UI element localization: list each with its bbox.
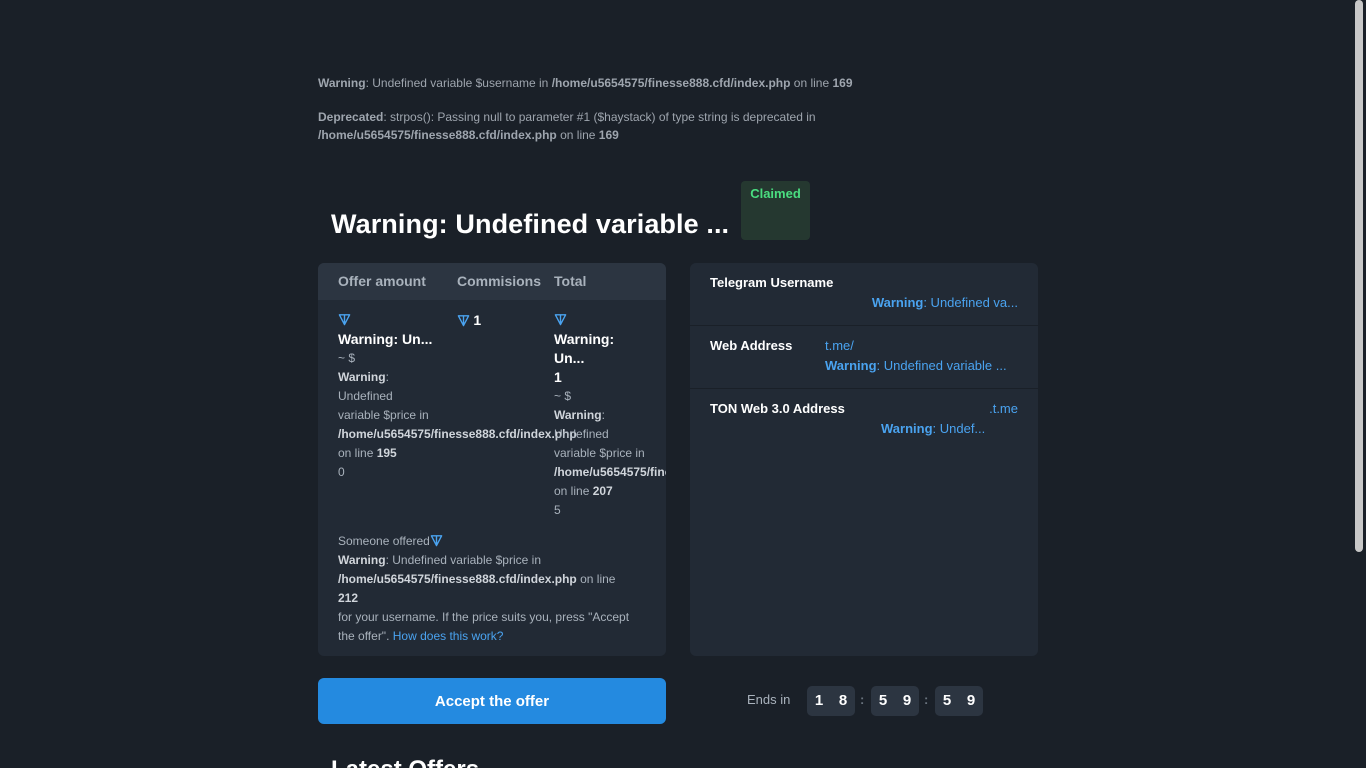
- commission-cell: 1: [457, 311, 537, 331]
- web-address-label: Web Address: [710, 338, 793, 353]
- notice-warning: Warning: Undefined variable $username in…: [318, 76, 853, 90]
- header-commissions: Commisions: [457, 273, 542, 289]
- info-row-web: Web Address t.me/ Warning: Undefined var…: [690, 326, 1038, 389]
- offer-card: Offer amount Commisions Total Warning: U…: [318, 263, 666, 656]
- ton-icon: [457, 314, 470, 327]
- notice-deprecated: Deprecated: strpos(): Passing null to pa…: [318, 110, 816, 142]
- accept-offer-button[interactable]: Accept the offer: [318, 678, 666, 724]
- page-scrollbar[interactable]: [1352, 0, 1366, 768]
- telegram-username-value: Warning: Undefined va...: [871, 295, 1018, 310]
- offer-amount-cell: Warning: Un... ~ $ Warning: Undefined va…: [338, 311, 577, 482]
- header-total: Total: [554, 273, 587, 289]
- offer-description: Someone offered Warning: Undefined varia…: [338, 534, 630, 643]
- info-row-ton: TON Web 3.0 Address .t.me Warning: Undef…: [690, 389, 1038, 489]
- ton-address-suffix[interactable]: .t.me: [989, 401, 1018, 416]
- offer-amount-value: Warning: Un...: [338, 331, 433, 347]
- timer-minutes: 5 9: [871, 686, 919, 716]
- timer-separator: :: [924, 692, 929, 707]
- status-badge: Claimed: [741, 181, 810, 240]
- total-value: Warning: Un...: [554, 331, 615, 366]
- ton-address-label: TON Web 3.0 Address: [710, 401, 845, 416]
- ton-icon: [338, 313, 351, 326]
- how-it-works-link[interactable]: How does this work?: [393, 629, 504, 643]
- web-address-value[interactable]: Warning: Undefined variable ...: [825, 358, 1007, 373]
- ton-address-value[interactable]: Warning: Undef...: [881, 421, 985, 436]
- timer-separator: :: [860, 692, 865, 707]
- total-usd: ~ $: [554, 389, 572, 403]
- latest-offers-heading: Latest Offers: [331, 756, 479, 768]
- header-offer-amount: Offer amount: [338, 273, 426, 289]
- info-row-telegram: Telegram Username Warning: Undefined va.…: [690, 263, 1038, 326]
- scrollbar-thumb[interactable]: [1355, 0, 1363, 552]
- offer-amount-usd: ~ $: [338, 351, 356, 365]
- php-notices: Warning: Undefined variable $username in…: [318, 74, 878, 160]
- username-info-card: Telegram Username Warning: Undefined va.…: [690, 263, 1038, 656]
- timer-seconds: 5 9: [935, 686, 983, 716]
- web-address-prefix[interactable]: t.me/: [825, 338, 854, 353]
- ton-icon: [554, 313, 567, 326]
- ton-icon: [430, 534, 443, 547]
- commission-value: 1: [473, 312, 482, 328]
- page-title: Warning: Undefined variable ...: [331, 209, 730, 239]
- ends-in-label: Ends in: [747, 692, 791, 707]
- timer-hours: 1 8: [807, 686, 855, 716]
- telegram-username-label: Telegram Username: [710, 275, 834, 290]
- offer-table-header: Offer amount Commisions Total: [318, 263, 666, 300]
- total-cell: Warning: Un... 1 ~ $ Warning: Undefined …: [554, 311, 666, 520]
